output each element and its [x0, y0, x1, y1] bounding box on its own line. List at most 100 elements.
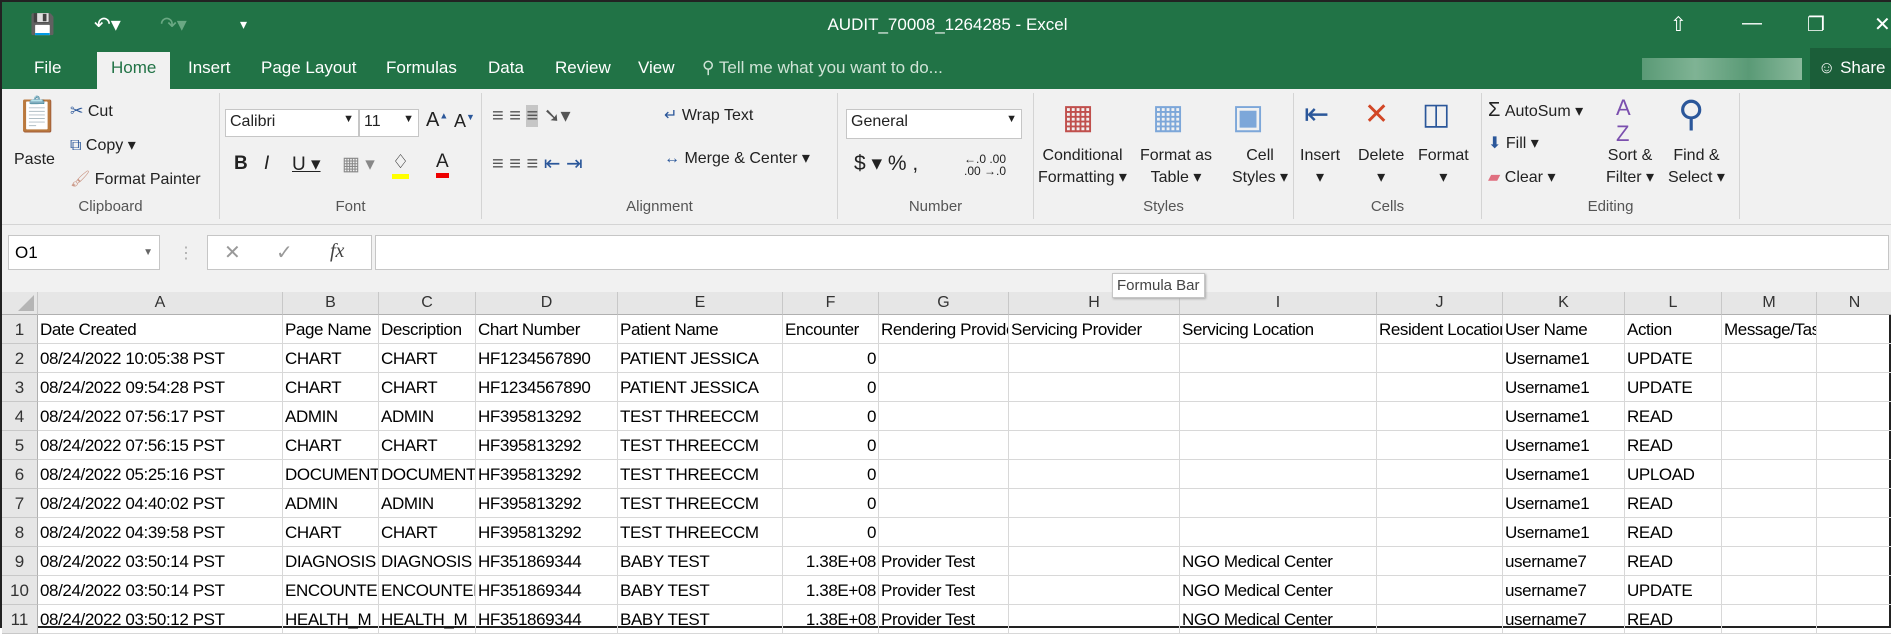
enter-icon[interactable]: ✓: [276, 240, 293, 265]
cell-G5[interactable]: [879, 431, 1009, 460]
cell-K11[interactable]: username7: [1503, 605, 1625, 634]
cell-F4[interactable]: 0: [783, 402, 879, 431]
column-header-K[interactable]: K: [1503, 292, 1625, 315]
align-top-icons[interactable]: ≡ ≡ ≡ ➘▾: [492, 103, 570, 128]
cell-C11[interactable]: HEALTH_M: [379, 605, 476, 634]
cell-B2[interactable]: CHART: [283, 344, 379, 373]
cell-L10[interactable]: UPDATE: [1625, 576, 1722, 605]
cell-N9[interactable]: [1817, 547, 1891, 576]
cell-K1[interactable]: User Name: [1503, 315, 1625, 344]
cell-N3[interactable]: [1817, 373, 1891, 402]
tab-data[interactable]: Data: [488, 58, 524, 78]
cell-E11[interactable]: BABY TEST: [618, 605, 783, 634]
cell-E1[interactable]: Patient Name: [618, 315, 783, 344]
column-header-B[interactable]: B: [283, 292, 379, 315]
decimal-icons[interactable]: ←.0 .00.00 →.0: [964, 153, 1006, 177]
cell-K2[interactable]: Username1: [1503, 344, 1625, 373]
column-header-A[interactable]: A: [38, 292, 283, 315]
cell-L6[interactable]: UPLOAD: [1625, 460, 1722, 489]
cell-D10[interactable]: HF351869344: [476, 576, 618, 605]
cell-J7[interactable]: [1377, 489, 1503, 518]
underline-button[interactable]: U ▾: [292, 153, 321, 176]
cell-J2[interactable]: [1377, 344, 1503, 373]
cell-C5[interactable]: CHART: [379, 431, 476, 460]
cell-C9[interactable]: DIAGNOSIS: [379, 547, 476, 576]
cell-H7[interactable]: [1009, 489, 1180, 518]
cell-B3[interactable]: CHART: [283, 373, 379, 402]
restore-icon[interactable]: ❐: [1807, 12, 1825, 37]
cell-E2[interactable]: PATIENT JESSICA: [618, 344, 783, 373]
cell-B1[interactable]: Page Name: [283, 315, 379, 344]
cell-I8[interactable]: [1180, 518, 1377, 547]
cell-styles-button[interactable]: Cell Styles ▾: [1232, 145, 1288, 189]
cell-A5[interactable]: 08/24/2022 07:56:15 PST: [38, 431, 283, 460]
cell-G2[interactable]: [879, 344, 1009, 373]
cell-B10[interactable]: ENCOUNTER: [283, 576, 379, 605]
increase-font-icon[interactable]: A▲: [426, 109, 448, 132]
cell-C1[interactable]: Description: [379, 315, 476, 344]
cell-K7[interactable]: Username1: [1503, 489, 1625, 518]
name-box[interactable]: O1 ▼: [8, 235, 160, 270]
cell-I1[interactable]: Servicing Location: [1180, 315, 1377, 344]
cell-F1[interactable]: Encounter: [783, 315, 879, 344]
cell-I5[interactable]: [1180, 431, 1377, 460]
cell-D8[interactable]: HF395813292: [476, 518, 618, 547]
cell-B4[interactable]: ADMIN: [283, 402, 379, 431]
cell-J1[interactable]: Resident Location: [1377, 315, 1503, 344]
tell-me-search[interactable]: ⚲ Tell me what you want to do...: [702, 58, 943, 78]
cell-G6[interactable]: [879, 460, 1009, 489]
cell-H1[interactable]: Servicing Provider: [1009, 315, 1180, 344]
cell-C3[interactable]: CHART: [379, 373, 476, 402]
cell-D9[interactable]: HF351869344: [476, 547, 618, 576]
row-header[interactable]: 7: [2, 489, 38, 518]
cell-B9[interactable]: DIAGNOSIS: [283, 547, 379, 576]
row-header[interactable]: 3: [2, 373, 38, 402]
cell-C7[interactable]: ADMIN: [379, 489, 476, 518]
cell-L2[interactable]: UPDATE: [1625, 344, 1722, 373]
cell-I9[interactable]: NGO Medical Center: [1180, 547, 1377, 576]
column-header-L[interactable]: L: [1625, 292, 1722, 315]
cell-H3[interactable]: [1009, 373, 1180, 402]
column-header-G[interactable]: G: [879, 292, 1009, 315]
merge-center-button[interactable]: ↔ Merge & Center ▾: [664, 148, 810, 168]
close-icon[interactable]: ✕: [1874, 12, 1891, 37]
wrap-text-button[interactable]: ↵ Wrap Text: [664, 105, 753, 125]
cell-L4[interactable]: READ: [1625, 402, 1722, 431]
cell-D2[interactable]: HF1234567890: [476, 344, 618, 373]
cell-M5[interactable]: [1722, 431, 1817, 460]
cell-I3[interactable]: [1180, 373, 1377, 402]
cell-E8[interactable]: TEST THREECCM: [618, 518, 783, 547]
cell-C8[interactable]: CHART: [379, 518, 476, 547]
cell-A7[interactable]: 08/24/2022 04:40:02 PST: [38, 489, 283, 518]
cell-A2[interactable]: 08/24/2022 10:05:38 PST: [38, 344, 283, 373]
font-color-icon[interactable]: A: [436, 151, 449, 178]
cell-I6[interactable]: [1180, 460, 1377, 489]
cell-I11[interactable]: NGO Medical Center: [1180, 605, 1377, 634]
row-header[interactable]: 11: [2, 605, 38, 634]
column-header-F[interactable]: F: [783, 292, 879, 315]
cell-C4[interactable]: ADMIN: [379, 402, 476, 431]
copy-button[interactable]: ⧉ Copy ▾: [70, 135, 136, 155]
paste-button[interactable]: Paste: [14, 151, 55, 169]
cell-A1[interactable]: Date Created: [38, 315, 283, 344]
cell-D4[interactable]: HF395813292: [476, 402, 618, 431]
cell-N8[interactable]: [1817, 518, 1891, 547]
cell-I4[interactable]: [1180, 402, 1377, 431]
cell-A10[interactable]: 08/24/2022 03:50:14 PST: [38, 576, 283, 605]
cell-I2[interactable]: [1180, 344, 1377, 373]
cell-L11[interactable]: READ: [1625, 605, 1722, 634]
column-header-M[interactable]: M: [1722, 292, 1817, 315]
cell-M6[interactable]: [1722, 460, 1817, 489]
cell-E10[interactable]: BABY TEST: [618, 576, 783, 605]
row-header[interactable]: 6: [2, 460, 38, 489]
row-header[interactable]: 9: [2, 547, 38, 576]
cell-J10[interactable]: [1377, 576, 1503, 605]
cell-F8[interactable]: 0: [783, 518, 879, 547]
row-header[interactable]: 1: [2, 315, 38, 344]
cut-button[interactable]: ✂ Cut: [70, 101, 113, 121]
font-name-select[interactable]: Calibri ▼: [225, 109, 359, 137]
cell-K8[interactable]: Username1: [1503, 518, 1625, 547]
cell-N5[interactable]: [1817, 431, 1891, 460]
cell-J5[interactable]: [1377, 431, 1503, 460]
cell-F9[interactable]: 1.38E+08: [783, 547, 879, 576]
